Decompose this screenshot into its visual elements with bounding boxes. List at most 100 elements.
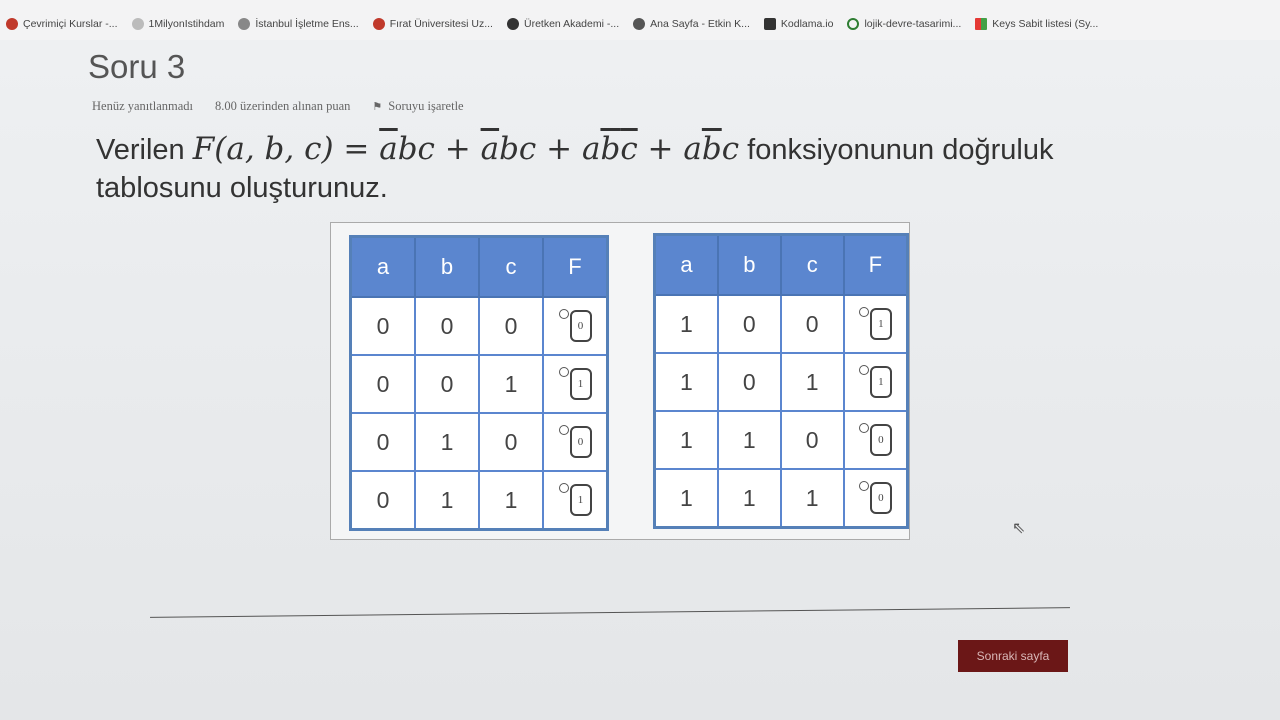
bookmark-label: Üretken Akademi -... [523, 18, 620, 30]
radio-button[interactable] [558, 367, 569, 377]
bookmark-6[interactable]: Kodlama.io [763, 18, 834, 30]
cell-f: 0 [842, 468, 909, 529]
question-prefix: Verilen [96, 134, 185, 166]
answer-dropdown[interactable]: 1 [869, 308, 892, 340]
question-title: Soru 3 [88, 48, 186, 85]
cell-c: 0 [779, 294, 845, 354]
course-icon [6, 18, 18, 30]
radio-button[interactable] [558, 425, 569, 435]
flag-icon: ⚑ [372, 101, 383, 113]
bookmark-4[interactable]: Üretken Akademi -... [506, 18, 620, 30]
cell-f: 0 [542, 296, 609, 356]
flag-label: Soruyu işaretle [388, 99, 464, 113]
col-header-f: F [542, 235, 609, 298]
cell-c: 1 [779, 352, 845, 412]
bookmark-label: Keys Sabit listesi (Sy... [992, 18, 1099, 30]
bookmark-label: İstanbul İşletme Ens... [255, 18, 359, 30]
pin-icon [238, 18, 251, 30]
cell-f: 1 [842, 352, 909, 412]
cell-b: 1 [414, 470, 480, 531]
cell-b: 1 [414, 412, 480, 472]
bookmark-label: Kodlama.io [780, 18, 834, 30]
cell-a: 0 [349, 354, 416, 414]
mouse-cursor-icon: ⇖ [1012, 518, 1026, 537]
truth-table-left: a b c F 0 0 0 0 0 0 1 1 0 1 0 0 0 1 1 1 [349, 235, 609, 531]
cell-a: 0 [349, 412, 416, 472]
cell-c: 0 [779, 410, 845, 470]
formula: F(a, b, c) = abc + abc + abc + abc [192, 131, 740, 167]
cell-f: 1 [542, 470, 609, 531]
cell-b: 0 [716, 294, 782, 354]
cell-a: 1 [653, 352, 719, 412]
globe-icon [131, 18, 144, 30]
question-points: 8.00 üzerinden alınan puan [215, 99, 351, 113]
question-text: Verilen F(a, b, c) = abc + abc + abc + a… [96, 130, 1116, 207]
university-icon [372, 18, 385, 30]
cell-a: 1 [653, 410, 719, 470]
answer-dropdown[interactable]: 1 [569, 484, 592, 516]
answer-dropdown[interactable]: 1 [869, 366, 892, 398]
radio-button[interactable] [558, 309, 569, 319]
bookmark-label: Fırat Üniversitesi Uz... [389, 18, 493, 30]
radio-button[interactable] [858, 481, 869, 491]
radio-button[interactable] [558, 483, 569, 493]
table-row: 0 0 0 0 [349, 296, 609, 356]
table-row: 0 0 1 1 [349, 354, 609, 414]
table-row: 0 1 0 0 [349, 412, 609, 472]
formula-lhs: F(a, b, c) = [192, 131, 380, 167]
bookmark-3[interactable]: Fırat Üniversitesi Uz... [372, 18, 493, 30]
bookmark-5[interactable]: Ana Sayfa - Etkin K... [633, 18, 750, 30]
bookmark-0[interactable]: Çevrimiçi Kurslar -... [6, 18, 118, 30]
answer-dropdown[interactable]: 1 [569, 368, 592, 400]
cell-c: 1 [478, 470, 544, 531]
bookmark-label: 1MilyonIstihdam [148, 18, 225, 30]
answer-dropdown[interactable]: 0 [569, 310, 592, 342]
cell-f: 0 [842, 410, 909, 470]
radio-button[interactable] [858, 307, 869, 317]
col-header-a: a [349, 235, 416, 298]
cell-b: 0 [716, 352, 782, 412]
table-row: 1 0 0 1 [653, 294, 909, 354]
answer-dropdown[interactable]: 0 [569, 426, 592, 458]
table-row: 1 1 1 0 [653, 468, 909, 529]
col-header-f: F [842, 233, 909, 296]
col-header-a: a [653, 233, 719, 296]
bookmark-7[interactable]: lojik-devre-tasarimi... [847, 18, 961, 30]
cell-b: 1 [716, 468, 782, 529]
radio-button[interactable] [858, 365, 869, 375]
question-status: Henüz yanıtlanmadı [92, 99, 194, 113]
cell-f: 1 [842, 294, 909, 354]
col-header-b: b [414, 235, 480, 298]
cell-a: 1 [653, 294, 719, 354]
table-row: 0 1 1 1 [349, 470, 609, 531]
home-icon [633, 18, 646, 30]
code-icon [763, 18, 776, 30]
bookmark-label: Çevrimiçi Kurslar -... [23, 18, 118, 30]
bookmark-8[interactable]: Keys Sabit listesi (Sy... [975, 18, 1098, 30]
next-page-button[interactable]: Sonraki sayfa [958, 640, 1068, 672]
academy-icon [506, 18, 519, 30]
cell-a: 0 [349, 296, 416, 356]
bookmark-1[interactable]: 1MilyonIstihdam [131, 18, 225, 30]
answer-dropdown[interactable]: 0 [869, 482, 892, 514]
cell-b: 0 [414, 296, 480, 356]
radio-button[interactable] [858, 423, 869, 433]
cell-f: 0 [542, 412, 609, 472]
cell-c: 1 [478, 354, 544, 414]
bookmark-label: lojik-devre-tasarimi... [864, 18, 962, 30]
cell-a: 1 [653, 468, 719, 529]
table-row: 1 0 1 1 [653, 352, 909, 412]
cell-a: 0 [349, 470, 416, 531]
cell-f: 1 [542, 354, 609, 414]
bookmark-label: Ana Sayfa - Etkin K... [650, 18, 750, 30]
col-header-c: c [478, 235, 544, 298]
cell-b: 0 [414, 354, 480, 414]
circle-icon [847, 18, 860, 30]
col-header-b: b [716, 233, 782, 296]
bookmark-2[interactable]: İstanbul İşletme Ens... [238, 18, 359, 30]
cell-c: 0 [478, 296, 544, 356]
cell-c: 1 [779, 468, 845, 529]
windows-icon [975, 18, 988, 30]
flag-question-link[interactable]: ⚑ Soruyu işaretle [372, 99, 463, 114]
answer-dropdown[interactable]: 0 [869, 424, 892, 456]
